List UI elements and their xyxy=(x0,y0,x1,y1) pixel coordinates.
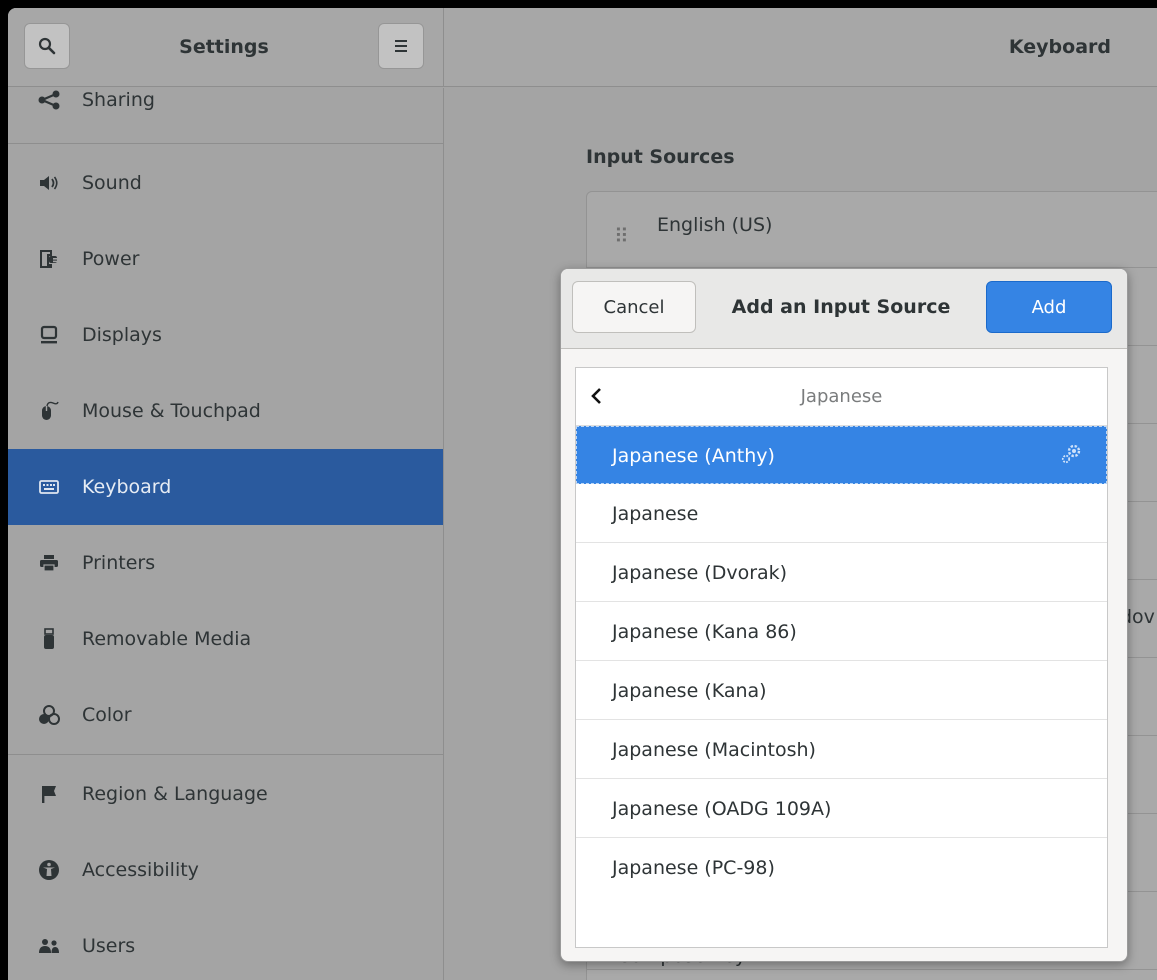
add-input-source-dialog: Cancel Add an Input Source Add Japanese … xyxy=(560,268,1128,962)
sidebar-item-label: Color xyxy=(82,704,132,726)
hamburger-menu-icon xyxy=(395,40,407,52)
accessibility-icon xyxy=(38,859,60,881)
input-sources-heading: Input Sources xyxy=(586,146,735,168)
sidebar-item-label: Displays xyxy=(82,324,162,346)
sidebar-item-mouse[interactable]: Mouse & Touchpad xyxy=(8,373,443,449)
sidebar-item-label: Accessibility xyxy=(82,859,199,881)
list-item[interactable]: Japanese (Kana 86) xyxy=(576,603,1107,661)
input-source-row[interactable]: ⠿ English (US) xyxy=(587,192,1157,268)
sidebar: Sharing Sound Power Displays Mouse & Tou… xyxy=(8,88,444,980)
sidebar-item-label: Sharing xyxy=(82,89,155,111)
input-source-choices: Japanese Japanese (Anthy) Japanese Japan… xyxy=(575,367,1108,948)
search-button[interactable] xyxy=(24,23,70,69)
sidebar-separator xyxy=(8,143,443,144)
list-item[interactable]: Japanese (Kana) xyxy=(576,662,1107,720)
sidebar-item-label: Power xyxy=(82,248,140,270)
page-title: Keyboard xyxy=(1008,36,1111,58)
list-header-row: Japanese xyxy=(576,368,1107,426)
sidebar-item-accessibility[interactable]: Accessibility xyxy=(8,832,443,908)
sidebar-item-sound[interactable]: Sound xyxy=(8,145,443,221)
header-bar: Settings Keyboard xyxy=(8,8,1157,87)
list-item[interactable]: Japanese xyxy=(576,485,1107,543)
printer-icon xyxy=(38,552,60,574)
sidebar-item-keyboard[interactable]: Keyboard xyxy=(8,449,443,525)
sidebar-title: Settings xyxy=(179,36,269,58)
dialog-header: Cancel Add an Input Source Add xyxy=(561,269,1127,349)
header-left: Settings xyxy=(8,8,444,87)
dialog-title: Add an Input Source xyxy=(731,296,951,318)
usb-drive-icon xyxy=(38,628,60,650)
sidebar-item-region-language[interactable]: Region & Language xyxy=(8,756,443,832)
list-item[interactable]: Japanese (Dvorak) xyxy=(576,544,1107,602)
share-icon xyxy=(38,89,60,111)
power-plug-icon xyxy=(38,248,60,270)
list-item-label: Japanese (PC-98) xyxy=(612,857,775,879)
list-item[interactable]: Japanese (PC-98) xyxy=(576,839,1107,897)
list-item-label: Japanese (Kana) xyxy=(612,680,767,702)
list-item-label: Japanese (Dvorak) xyxy=(612,562,788,584)
sidebar-item-removable-media[interactable]: Removable Media xyxy=(8,601,443,677)
sidebar-item-sharing[interactable]: Sharing xyxy=(8,88,443,138)
keyboard-icon xyxy=(38,476,60,498)
sidebar-item-printers[interactable]: Printers xyxy=(8,525,443,601)
flag-icon xyxy=(38,783,60,805)
sidebar-item-label: Mouse & Touchpad xyxy=(82,400,261,422)
list-item-label: Japanese xyxy=(612,503,699,525)
sidebar-item-color[interactable]: Color xyxy=(8,677,443,753)
color-icon xyxy=(38,704,60,726)
sidebar-item-power[interactable]: Power xyxy=(8,221,443,297)
gears-icon xyxy=(1061,444,1081,464)
users-icon xyxy=(38,935,60,957)
sidebar-item-label: Printers xyxy=(82,552,156,574)
add-button[interactable]: Add xyxy=(986,281,1112,333)
mouse-icon xyxy=(38,400,60,422)
sidebar-item-label: Keyboard xyxy=(82,476,172,498)
sidebar-separator xyxy=(8,754,443,755)
list-item[interactable]: Japanese (OADG 109A) xyxy=(576,780,1107,838)
cancel-button[interactable]: Cancel xyxy=(572,281,696,333)
sidebar-item-label: Sound xyxy=(82,172,142,194)
search-icon xyxy=(38,37,56,55)
drag-handle-icon[interactable]: ⠿ xyxy=(614,224,629,248)
list-item-label: Japanese (Macintosh) xyxy=(612,739,816,761)
sidebar-item-displays[interactable]: Displays xyxy=(8,297,443,373)
sidebar-item-label: Users xyxy=(82,935,136,957)
sidebar-item-label: Region & Language xyxy=(82,783,268,805)
speaker-icon xyxy=(38,172,60,194)
display-icon xyxy=(38,324,60,346)
list-item[interactable]: Japanese (Macintosh) xyxy=(576,721,1107,779)
sidebar-item-label: Removable Media xyxy=(82,628,252,650)
sidebar-item-users[interactable]: Users xyxy=(8,908,443,980)
language-label: Japanese xyxy=(800,386,883,407)
list-item-label: Japanese (Kana 86) xyxy=(612,621,797,643)
list-item[interactable]: Japanese (Anthy) xyxy=(576,426,1107,484)
menu-button[interactable] xyxy=(378,23,424,69)
list-item-label: Japanese (Anthy) xyxy=(612,445,775,467)
settings-window: Settings Keyboard Sharing Sound Power Di… xyxy=(8,8,1157,980)
input-source-label: English (US) xyxy=(657,214,773,236)
list-item-label: Japanese (OADG 109A) xyxy=(612,798,832,820)
